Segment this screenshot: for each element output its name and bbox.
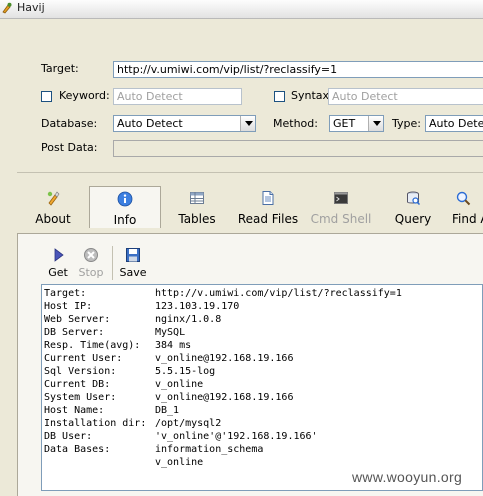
form-separator bbox=[17, 172, 483, 173]
info-key: Resp. Time(avg): bbox=[44, 340, 141, 351]
method-label: Method: bbox=[273, 117, 318, 130]
info-value: 'v_online'@'192.168.19.166' bbox=[155, 431, 318, 442]
info-row: Host Name: DB_1 bbox=[44, 404, 482, 417]
database-dropdown-button[interactable] bbox=[240, 116, 255, 131]
info-value: /opt/mysql2 bbox=[155, 418, 222, 429]
tab-info[interactable]: Info bbox=[89, 186, 161, 228]
info-key: DB Server: bbox=[44, 327, 105, 338]
info-icon bbox=[117, 191, 133, 207]
save-icon bbox=[126, 248, 140, 262]
info-value: nginx/1.0.8 bbox=[155, 314, 222, 325]
database-label: Database: bbox=[41, 117, 98, 130]
info-row: System User: v_online@192.168.19.166 bbox=[44, 391, 482, 404]
info-row: Target: http://v.umiwi.com/vip/list/?recl… bbox=[44, 287, 482, 300]
tab-tables-label: Tables bbox=[178, 212, 216, 226]
info-key: Installation dir: bbox=[44, 418, 147, 429]
toolbar-separator bbox=[112, 246, 113, 280]
syntax-checkbox[interactable] bbox=[274, 91, 285, 102]
type-select-value: Auto Dete bbox=[429, 117, 483, 130]
info-value: v_online@192.168.19.166 bbox=[155, 392, 294, 403]
info-row: Host IP: 123.103.19.170 bbox=[44, 300, 482, 313]
syntax-label: Syntax: bbox=[291, 89, 333, 102]
info-output[interactable]: Target: http://v.umiwi.com/vip/list/?recl… bbox=[41, 284, 483, 491]
stop-button[interactable]: Stop bbox=[77, 247, 105, 279]
post-data-label: Post Data: bbox=[41, 141, 98, 154]
target-input[interactable]: http://v.umiwi.com/vip/list/?reclassify=… bbox=[113, 61, 483, 78]
info-value: 384 ms bbox=[155, 340, 192, 351]
info-row: Data Bases: information_schema bbox=[44, 443, 482, 456]
keyword-label: Keyword: bbox=[59, 89, 110, 102]
about-icon bbox=[47, 191, 60, 206]
tab-query-label: Query bbox=[394, 212, 432, 226]
info-value: http://v.umiwi.com/vip/list/?reclassify=… bbox=[155, 288, 402, 299]
window-title: Havij bbox=[17, 1, 45, 14]
syntax-input[interactable]: Auto Detect bbox=[328, 88, 483, 105]
info-key: Sql Version: bbox=[44, 366, 117, 377]
read-files-icon bbox=[262, 191, 274, 205]
info-key: Web Server: bbox=[44, 314, 111, 325]
tab-about-label: About bbox=[35, 212, 71, 226]
find-admin-icon bbox=[456, 191, 471, 206]
stop-button-label: Stop bbox=[78, 266, 104, 279]
get-button-label: Get bbox=[48, 266, 68, 279]
query-icon bbox=[407, 191, 421, 206]
info-key: Host Name: bbox=[44, 405, 105, 416]
title-bar: Havij bbox=[0, 0, 483, 19]
keyword-input[interactable]: Auto Detect bbox=[113, 88, 242, 105]
info-key: Data Bases: bbox=[44, 444, 111, 455]
info-row: DB User: 'v_online'@'192.168.19.166' bbox=[44, 430, 482, 443]
info-value: 5.5.15-log bbox=[155, 366, 216, 377]
get-button[interactable]: Get bbox=[47, 247, 69, 279]
tab-info-label: Info bbox=[113, 213, 137, 227]
keyword-checkbox[interactable] bbox=[41, 91, 52, 102]
info-value: v_online bbox=[155, 457, 204, 468]
info-value: information_schema bbox=[155, 444, 264, 455]
tab-find-admin[interactable]: Find A bbox=[449, 186, 483, 226]
tab-find-admin-label: Find A bbox=[452, 212, 483, 226]
type-label: Type: bbox=[392, 117, 421, 130]
tab-read-files-label: Read Files bbox=[237, 212, 299, 226]
info-key: Target: bbox=[44, 288, 87, 299]
method-select-value: GET bbox=[333, 117, 356, 130]
tab-read-files[interactable]: Read Files bbox=[236, 186, 300, 226]
info-row: Installation dir: /opt/mysql2 bbox=[44, 417, 482, 430]
stop-icon bbox=[84, 248, 98, 262]
info-key: DB User: bbox=[44, 431, 93, 442]
havij-app-icon bbox=[2, 2, 12, 14]
info-key: Current User: bbox=[44, 353, 123, 364]
tab-cmd-shell-label: Cmd Shell bbox=[310, 212, 372, 226]
info-value: v_online@192.168.19.166 bbox=[155, 353, 294, 364]
info-row: v_online bbox=[44, 456, 482, 469]
play-icon bbox=[54, 248, 64, 262]
cmd-shell-icon bbox=[334, 192, 348, 204]
info-value: MySQL bbox=[155, 327, 186, 338]
info-value: DB_1 bbox=[155, 405, 180, 416]
tab-query[interactable]: Query bbox=[390, 186, 436, 226]
info-value: 123.103.19.170 bbox=[155, 301, 240, 312]
save-button-label: Save bbox=[119, 266, 147, 279]
tab-cmd-shell[interactable]: Cmd Shell bbox=[310, 186, 372, 226]
info-row: DB Server: MySQL bbox=[44, 326, 482, 339]
info-row: Current DB: v_online bbox=[44, 378, 482, 391]
info-row: Sql Version: 5.5.15-log bbox=[44, 365, 482, 378]
info-row: Resp. Time(avg): 384 ms bbox=[44, 339, 482, 352]
info-row: Current User: v_online@192.168.19.166 bbox=[44, 352, 482, 365]
database-select-value: Auto Detect bbox=[117, 117, 183, 130]
info-key: Current DB: bbox=[44, 379, 111, 390]
tables-icon bbox=[190, 192, 204, 204]
database-select[interactable]: Auto Detect bbox=[113, 115, 256, 132]
type-select[interactable]: Auto Dete bbox=[425, 115, 483, 132]
info-key: System User: bbox=[44, 392, 117, 403]
info-row: Web Server: nginx/1.0.8 bbox=[44, 313, 482, 326]
tab-tables[interactable]: Tables bbox=[172, 186, 222, 226]
method-dropdown-button[interactable] bbox=[368, 116, 383, 131]
info-key: Host IP: bbox=[44, 301, 93, 312]
save-button[interactable]: Save bbox=[118, 247, 148, 279]
info-value: v_online bbox=[155, 379, 204, 390]
target-label: Target: bbox=[41, 62, 79, 75]
post-data-input[interactable] bbox=[113, 140, 483, 157]
watermark: www.wooyun.org bbox=[352, 469, 463, 485]
tab-about[interactable]: About bbox=[28, 186, 78, 226]
